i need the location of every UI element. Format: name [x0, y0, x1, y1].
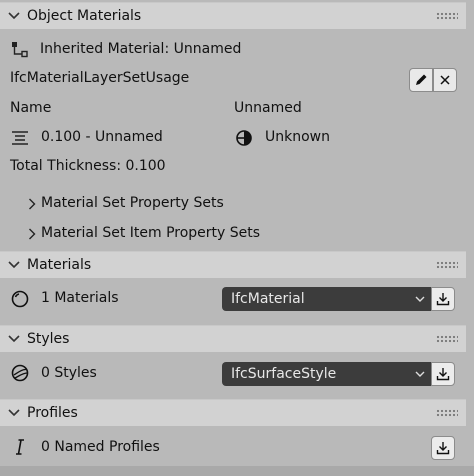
- materials-title: Materials: [27, 257, 92, 273]
- inherited-material-label: Inherited Material: Unnamed: [40, 41, 242, 57]
- style-type-select[interactable]: IfcSurfaceStyle: [222, 362, 431, 386]
- x-icon: [438, 73, 452, 87]
- layer-label: 0.100 - Unnamed: [41, 129, 163, 145]
- drag-handle-icon[interactable]: [436, 335, 458, 343]
- name-value: Unnamed: [234, 100, 302, 116]
- italic-i-icon: [10, 437, 30, 457]
- total-thickness: Total Thickness: 0.100: [10, 158, 166, 174]
- close-button[interactable]: [433, 68, 457, 92]
- download-icon: [435, 291, 451, 307]
- material-set-item-property-sets-label: Material Set Item Property Sets: [41, 225, 261, 241]
- material-set-property-sets-label: Material Set Property Sets: [41, 195, 224, 211]
- object-materials-panel-header[interactable]: Object Materials: [0, 2, 466, 29]
- styles-count: 0 Styles: [41, 365, 97, 381]
- profiles-title: Profiles: [27, 405, 78, 421]
- drag-handle-icon[interactable]: [436, 409, 458, 417]
- materials-panel-header[interactable]: Materials: [0, 251, 466, 278]
- chevron-down-icon: [7, 409, 21, 417]
- import-material-button[interactable]: [431, 287, 455, 311]
- download-icon: [435, 366, 451, 382]
- material-set-item-property-sets-toggle[interactable]: Material Set Item Property Sets: [0, 223, 466, 245]
- chevron-down-icon: [415, 292, 425, 310]
- material-set-property-sets-toggle[interactable]: Material Set Property Sets: [0, 193, 466, 215]
- styles-panel-header[interactable]: Styles: [0, 325, 466, 352]
- import-style-button[interactable]: [431, 362, 455, 386]
- style-type-value: IfcSurfaceStyle: [231, 366, 337, 382]
- download-icon: [435, 440, 451, 456]
- styles-title: Styles: [27, 331, 70, 347]
- sphere-icon: [10, 289, 30, 309]
- drag-handle-icon[interactable]: [436, 261, 458, 269]
- half-circle-icon: [234, 128, 254, 148]
- chevron-down-icon: [415, 367, 425, 385]
- chevron-right-icon: [26, 227, 38, 241]
- edit-button[interactable]: [409, 68, 433, 92]
- pencil-icon: [413, 72, 429, 88]
- layer-status: Unknown: [265, 129, 330, 145]
- import-profile-button[interactable]: [431, 436, 455, 460]
- profiles-panel-header[interactable]: Profiles: [0, 399, 466, 426]
- name-label: Name: [10, 100, 52, 116]
- material-type-select[interactable]: IfcMaterial: [222, 287, 431, 311]
- shaded-sphere-icon: [10, 363, 30, 383]
- panel-bottom-edge: [0, 466, 474, 476]
- drag-handle-icon[interactable]: [436, 12, 458, 20]
- material-type-value: IfcMaterial: [231, 291, 305, 307]
- chevron-right-icon: [26, 197, 38, 211]
- materials-count: 1 Materials: [41, 290, 119, 306]
- align-lines-icon: [10, 128, 30, 148]
- profiles-count: 0 Named Profiles: [41, 439, 160, 455]
- chevron-down-icon: [7, 261, 21, 269]
- chevron-down-icon: [7, 12, 21, 20]
- usage-label: IfcMaterialLayerSetUsage: [10, 70, 190, 86]
- hierarchy-icon: [10, 40, 30, 60]
- object-materials-title: Object Materials: [27, 8, 142, 24]
- chevron-down-icon: [7, 335, 21, 343]
